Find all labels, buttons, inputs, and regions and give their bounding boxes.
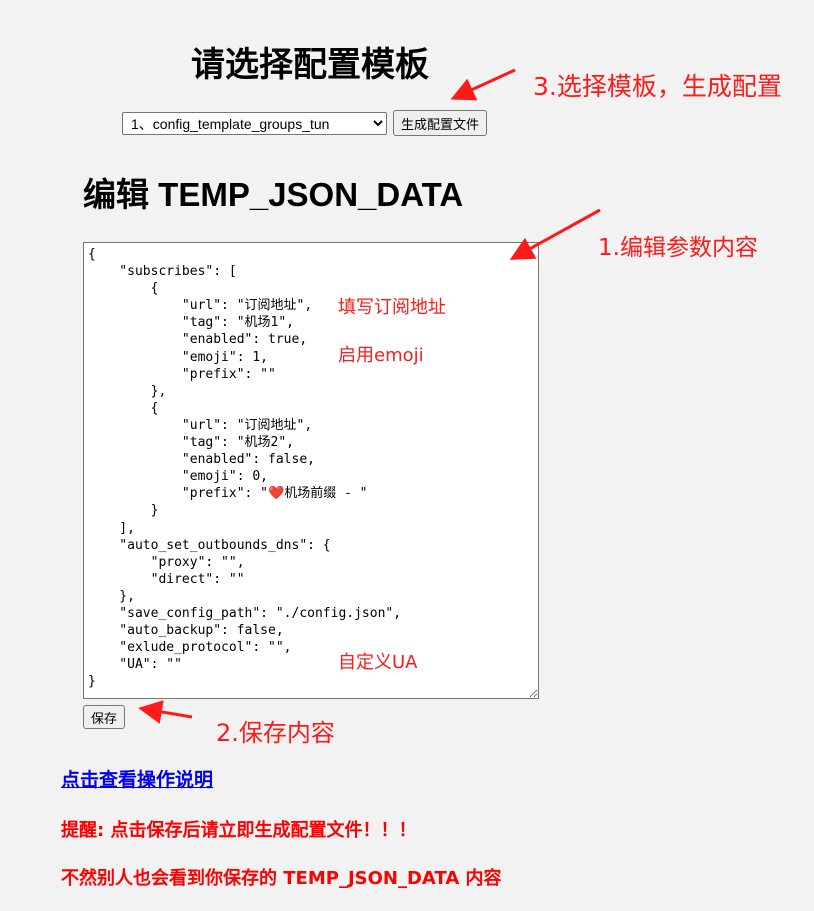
annotation-enable-emoji: 启用emoji	[338, 345, 424, 366]
template-select[interactable]: 1、config_template_groups_tun	[122, 112, 387, 135]
editor-heading: 编辑 TEMP_JSON_DATA	[83, 176, 464, 213]
annotation-custom-ua: 自定义UA	[338, 652, 418, 673]
arrow-step2	[138, 700, 193, 724]
generate-config-button[interactable]: 生成配置文件	[393, 110, 488, 136]
save-button[interactable]: 保存	[83, 705, 126, 729]
page-title: 请选择配置模板	[191, 45, 429, 85]
warning-text: 提醒: 点击保存后请立即生成配置文件！！！	[61, 820, 417, 841]
json-editor[interactable]: { "subscribes": [ { "url": "订阅地址", "tag"…	[83, 242, 539, 699]
annotation-step1: 1.编辑参数内容	[598, 235, 758, 261]
annotation-step2: 2.保存内容	[216, 719, 335, 747]
help-link[interactable]: 点击查看操作说明	[61, 765, 213, 792]
annotation-step3: 3.选择模板，生成配置	[533, 72, 782, 101]
arrow-step3	[450, 68, 516, 101]
annotation-fill-url: 填写订阅地址	[338, 297, 446, 318]
warning-text: 不然别人也会看到你保存的 TEMP_JSON_DATA 内容	[61, 868, 502, 889]
